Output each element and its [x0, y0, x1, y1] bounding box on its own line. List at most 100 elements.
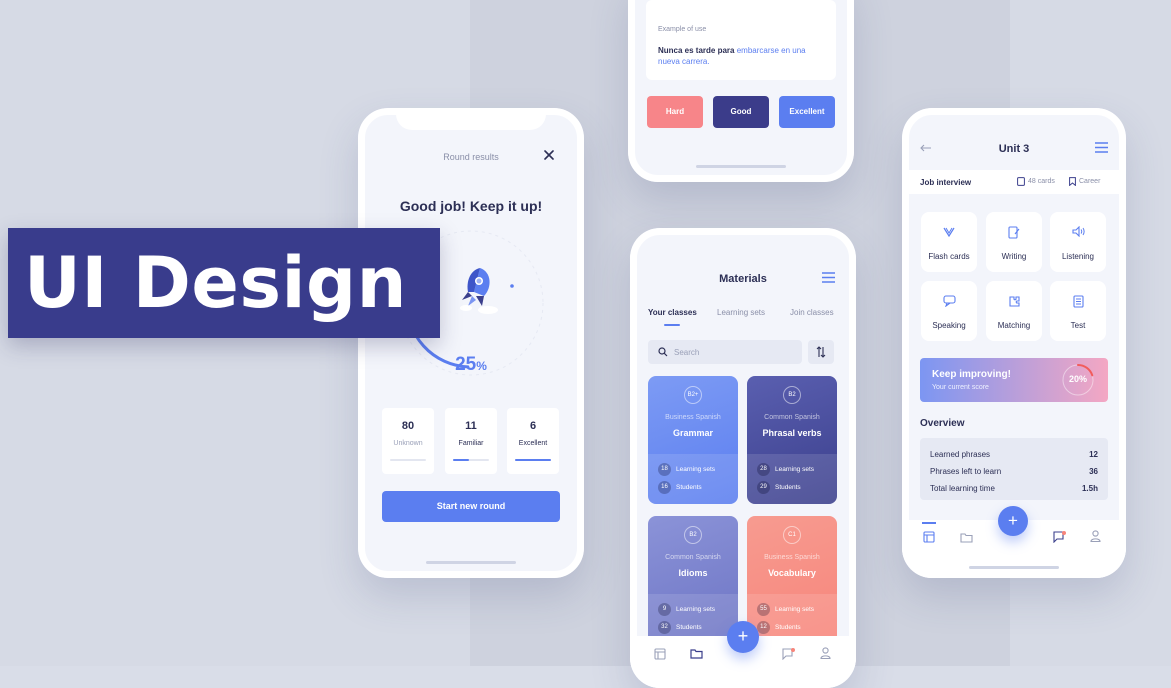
add-icon: +	[737, 626, 749, 646]
round-results-phone: Round results Good job! Keep it up! 25% …	[358, 108, 584, 578]
overview-value: 1.5h	[1081, 484, 1098, 493]
example-card: Example of use Nunca es tarde para embar…	[646, 0, 836, 80]
profile-icon[interactable]	[1090, 530, 1101, 542]
sets-count: 18	[658, 463, 671, 476]
phone-notch	[396, 108, 546, 130]
hard-button[interactable]: Hard	[647, 96, 703, 128]
topic-bar: Job interview 48 cards Career	[902, 170, 1126, 194]
profile-icon[interactable]	[820, 647, 831, 659]
excellent-button[interactable]: Excellent	[779, 96, 835, 128]
good-button[interactable]: Good	[713, 96, 769, 128]
stat-label: Familiar	[458, 440, 484, 447]
add-icon: +	[1008, 511, 1018, 530]
test-icon	[1050, 295, 1106, 308]
card-title: Vocabulary	[768, 568, 816, 578]
start-new-round-label: Start new round	[436, 501, 506, 511]
sets-label: Learning sets	[775, 466, 815, 473]
excellent-label: Excellent	[789, 107, 825, 116]
overview-row: Learned phrases 12	[930, 450, 1098, 459]
dashboard-icon[interactable]	[923, 531, 935, 543]
banner-title: UI Design	[24, 242, 407, 324]
writing-icon	[986, 226, 1042, 239]
dashboard-icon[interactable]	[654, 648, 666, 660]
card-category: Business Spanish	[764, 554, 820, 561]
card-title: Idioms	[678, 568, 708, 578]
tab-your-classes[interactable]: Your classes	[648, 308, 697, 317]
add-button[interactable]: +	[998, 506, 1028, 536]
good-label: Good	[730, 107, 752, 116]
overview-label: Learned phrases	[930, 450, 991, 459]
tile-label: Speaking	[932, 321, 966, 330]
search-placeholder: Search	[674, 348, 700, 357]
students-label: Students	[676, 624, 702, 631]
tile-label: Test	[1070, 321, 1086, 330]
overview-row: Total learning time 1.5h	[930, 484, 1098, 493]
tab-join-classes[interactable]: Join classes	[790, 308, 834, 317]
close-icon[interactable]	[544, 150, 554, 160]
class-card[interactable]: B2+ Business Spanish Grammar 18 Learning set…	[648, 376, 738, 504]
add-button[interactable]: +	[727, 621, 759, 653]
example-phone: Example of use Nunca es tarde para embar…	[628, 0, 854, 182]
tile-flash-cards[interactable]: Flash cards	[921, 212, 977, 272]
card-category: Common Spanish	[665, 554, 721, 561]
speaking-icon	[921, 295, 977, 307]
unit-phone: Unit 3 Job interview 48 cards Career Fla…	[902, 108, 1126, 578]
sets-label: Learning sets	[676, 466, 716, 473]
progress-unit: %	[476, 359, 487, 373]
listening-icon	[1050, 226, 1106, 237]
sets-count: 55	[757, 603, 770, 616]
tile-label: Writing	[1001, 252, 1027, 261]
card-title: Phrasal verbs	[762, 428, 822, 438]
round-results-headline: Good job! Keep it up!	[399, 198, 543, 214]
home-indicator	[696, 165, 786, 168]
start-new-round-button[interactable]: Start new round	[382, 491, 560, 522]
overview-title: Overview	[920, 418, 965, 429]
tile-speaking[interactable]: Speaking	[921, 281, 977, 341]
example-sentence-highlight-1: embarcarse en una	[736, 46, 806, 55]
tab-learning-sets[interactable]: Learning sets	[717, 308, 765, 317]
class-card[interactable]: B2 Common Spanish Idioms 9 Learning sets 32 St…	[648, 516, 738, 644]
stat-value: 6	[529, 420, 537, 432]
folder-icon[interactable]	[690, 648, 703, 659]
unit-title: Unit 3	[998, 143, 1030, 155]
class-card[interactable]: B2 Common Spanish Phrasal verbs 28 Learning …	[747, 376, 837, 504]
students-label: Students	[676, 484, 702, 491]
students-count: 12	[757, 621, 770, 634]
home-indicator	[969, 566, 1059, 569]
card-title: Grammar	[672, 428, 714, 438]
progress-number: 25	[455, 354, 477, 375]
tile-writing[interactable]: Writing	[986, 212, 1042, 272]
overview-value: 36	[1089, 467, 1098, 476]
sort-button[interactable]	[808, 340, 834, 364]
hard-label: Hard	[665, 107, 685, 116]
score-subtitle: Your current score	[932, 384, 989, 391]
stat-bar-fill	[515, 459, 551, 461]
score-banner: Keep improving! Your current score 20%	[920, 358, 1108, 402]
chat-icon[interactable]	[782, 648, 795, 660]
menu-icon[interactable]	[1095, 142, 1108, 153]
stat-label: Excellent	[518, 440, 548, 447]
home-indicator	[426, 561, 516, 564]
card-category: Business Spanish	[665, 414, 721, 421]
menu-icon[interactable]	[822, 272, 835, 283]
example-sentence-end: .	[707, 57, 710, 66]
chat-icon[interactable]	[1053, 531, 1066, 543]
search-icon	[658, 347, 668, 357]
tile-test[interactable]: Test	[1050, 281, 1106, 341]
rocket-icon	[460, 268, 498, 314]
cards-icon	[1017, 177, 1025, 186]
tile-matching[interactable]: Matching	[986, 281, 1042, 341]
level-badge: B2	[684, 526, 702, 544]
search-input[interactable]: Search	[648, 340, 802, 364]
folder-icon[interactable]	[960, 532, 973, 543]
overview-value: 12	[1089, 450, 1098, 459]
overview-label: Total learning time	[930, 484, 995, 493]
card-footer: 18 Learning sets 16 Students	[648, 454, 738, 504]
tile-listening[interactable]: Listening	[1050, 212, 1106, 272]
tile-label: Flash cards	[928, 252, 970, 261]
level-badge: B2+	[684, 386, 702, 404]
overview-label: Phrases left to learn	[930, 467, 1002, 476]
class-card[interactable]: C1 Business Spanish Vocabulary 55 Learning s…	[747, 516, 837, 644]
students-count: 16	[658, 481, 671, 494]
stat-bar-track	[390, 459, 426, 461]
